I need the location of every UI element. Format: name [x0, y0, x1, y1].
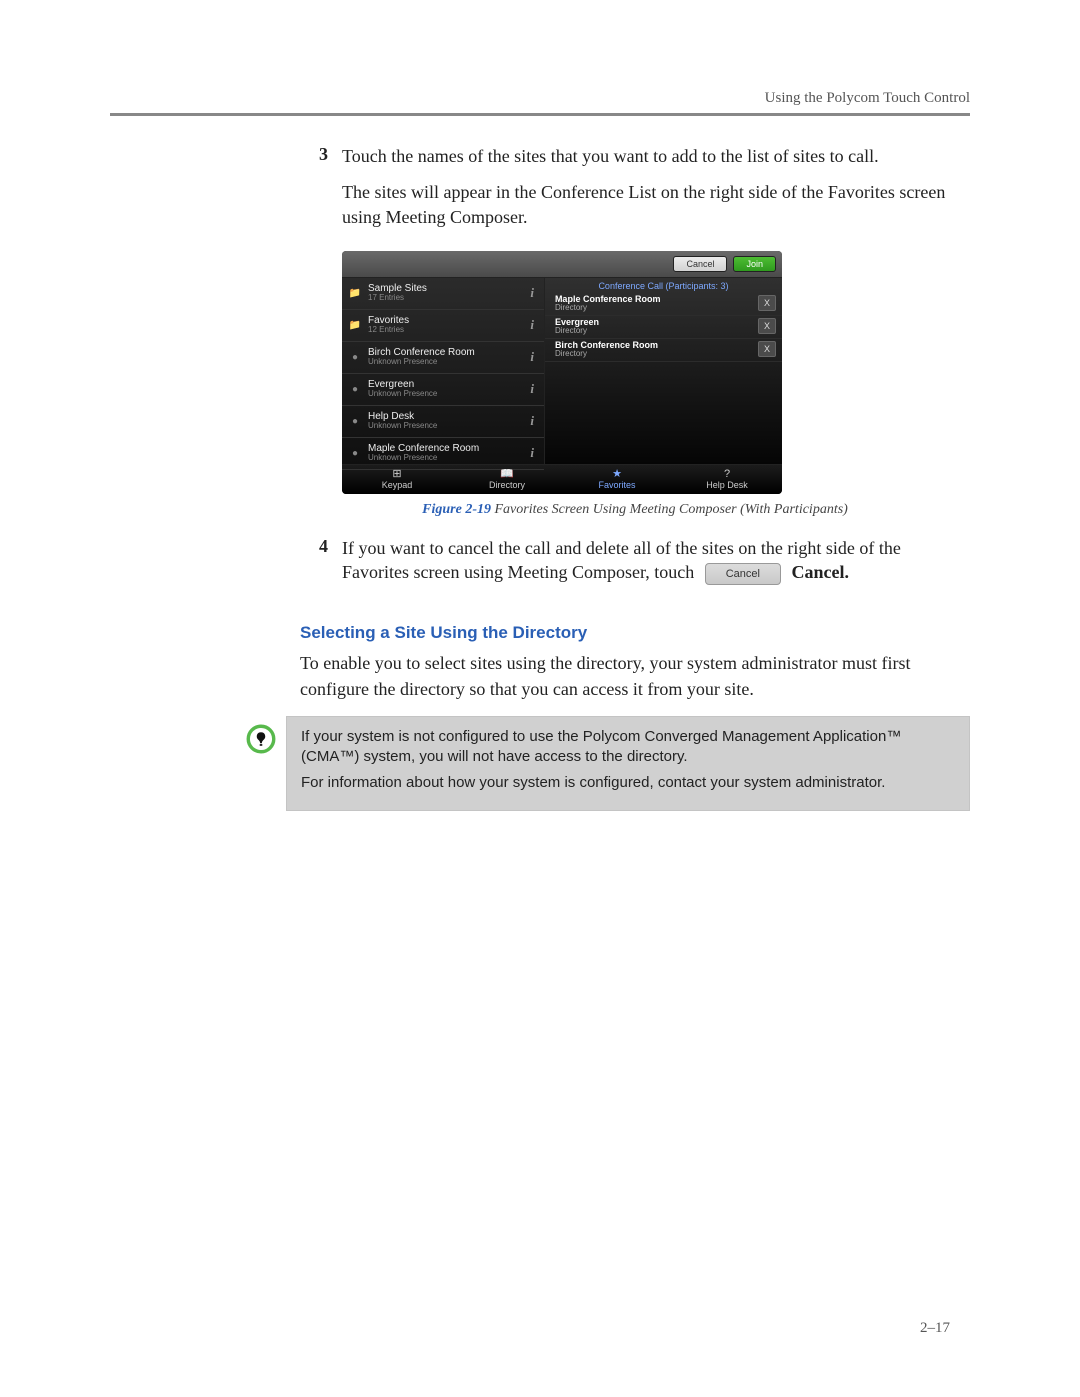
- item-sub: Unknown Presence: [368, 390, 526, 398]
- participant-text: Maple Conference Room Directory: [555, 295, 758, 312]
- figure-number: Figure 2-19: [422, 502, 491, 517]
- favorites-list: 📁 Sample Sites 17 Entries i 📁 Favorites: [342, 278, 545, 464]
- item-sub: Unknown Presence: [368, 454, 526, 462]
- step4-text-b: Cancel.: [791, 562, 849, 582]
- participant-row: Evergreen Directory X: [545, 316, 782, 339]
- top-bar: Cancel Join: [342, 251, 782, 278]
- presence-dot-icon: ●: [348, 416, 362, 427]
- touch-ui-screenshot: Cancel Join 📁 Sample Sites 17 Entries i: [342, 251, 782, 494]
- conference-header: Conference Call (Participants: 3): [545, 278, 782, 293]
- item-sub: Unknown Presence: [368, 422, 526, 430]
- page-number: 2–17: [920, 1320, 950, 1337]
- tab-directory[interactable]: 📖 Directory: [452, 465, 562, 494]
- info-icon[interactable]: i: [526, 381, 538, 397]
- list-item[interactable]: ● Evergreen Unknown Presence i: [342, 374, 544, 406]
- note-p2: For information about how your system is…: [301, 773, 955, 793]
- participant-row: Maple Conference Room Directory X: [545, 293, 782, 316]
- item-sub: 17 Entries: [368, 294, 526, 302]
- bottom-tabs: ⊞ Keypad 📖 Directory ★ Favorites ? Help …: [342, 464, 782, 494]
- presence-dot-icon: ●: [348, 352, 362, 363]
- tab-label: Keypad: [382, 480, 413, 490]
- folder-icon: 📁: [348, 288, 362, 299]
- step-4: 4 If you want to cancel the call and del…: [300, 536, 970, 598]
- presence-dot-icon: ●: [348, 384, 362, 395]
- step3-p2: The sites will appear in the Conference …: [342, 180, 970, 229]
- participant-text: Evergreen Directory: [555, 318, 758, 335]
- note-block: If your system is not configured to use …: [236, 716, 970, 811]
- note-box: If your system is not configured to use …: [286, 716, 970, 811]
- figure-2-19: Cancel Join 📁 Sample Sites 17 Entries i: [342, 251, 970, 494]
- participant-sub: Directory: [555, 350, 758, 358]
- list-item-text: Birch Conference Room Unknown Presence: [368, 348, 526, 366]
- join-button[interactable]: Join: [733, 256, 776, 272]
- tab-helpdesk[interactable]: ? Help Desk: [672, 465, 782, 494]
- tab-keypad[interactable]: ⊞ Keypad: [342, 465, 452, 494]
- list-item[interactable]: 📁 Sample Sites 17 Entries i: [342, 278, 544, 310]
- touch-body: 📁 Sample Sites 17 Entries i 📁 Favorites: [342, 278, 782, 464]
- note-p1: If your system is not configured to use …: [301, 727, 955, 768]
- participant-sub: Directory: [555, 304, 758, 312]
- running-head: Using the Polycom Touch Control: [110, 90, 970, 107]
- tab-favorites[interactable]: ★ Favorites: [562, 465, 672, 494]
- participant-sub: Directory: [555, 327, 758, 335]
- list-item[interactable]: ● Birch Conference Room Unknown Presence…: [342, 342, 544, 374]
- header-rule: [110, 113, 970, 116]
- section-intro: To enable you to select sites using the …: [300, 651, 970, 701]
- step-body: If you want to cancel the call and delet…: [342, 536, 970, 598]
- participant-text: Birch Conference Room Directory: [555, 341, 758, 358]
- step-body: Touch the names of the sites that you wa…: [342, 144, 970, 241]
- step-number: 4: [300, 536, 342, 557]
- remove-button[interactable]: X: [758, 341, 776, 357]
- keypad-icon: ⊞: [342, 469, 452, 480]
- directory-icon: 📖: [452, 469, 562, 480]
- list-item-text: Favorites 12 Entries: [368, 316, 526, 334]
- info-icon[interactable]: i: [526, 285, 538, 301]
- remove-button[interactable]: X: [758, 318, 776, 334]
- list-item-text: Maple Conference Room Unknown Presence: [368, 444, 526, 462]
- content-column: 3 Touch the names of the sites that you …: [300, 144, 970, 811]
- tab-label: Help Desk: [706, 480, 748, 490]
- step4-text: If you want to cancel the call and delet…: [342, 536, 970, 586]
- document-page: Using the Polycom Touch Control 3 Touch …: [0, 0, 1080, 1397]
- cancel-button[interactable]: Cancel: [673, 256, 727, 272]
- star-icon: ★: [562, 469, 672, 480]
- folder-icon: 📁: [348, 320, 362, 331]
- figure-caption: Figure 2-19 Favorites Screen Using Meeti…: [300, 502, 970, 518]
- step-number: 3: [300, 144, 342, 165]
- item-sub: Unknown Presence: [368, 358, 526, 366]
- step-3: 3 Touch the names of the sites that you …: [300, 144, 970, 241]
- list-item-text: Sample Sites 17 Entries: [368, 284, 526, 302]
- step3-p1: Touch the names of the sites that you wa…: [342, 144, 970, 168]
- info-icon[interactable]: i: [526, 317, 538, 333]
- info-icon[interactable]: i: [526, 349, 538, 365]
- note-icon: [236, 716, 286, 761]
- list-item[interactable]: ● Help Desk Unknown Presence i: [342, 406, 544, 438]
- info-icon[interactable]: i: [526, 413, 538, 429]
- tab-label: Favorites: [598, 480, 635, 490]
- list-item-text: Help Desk Unknown Presence: [368, 412, 526, 430]
- question-icon: ?: [672, 469, 782, 480]
- list-item-text: Evergreen Unknown Presence: [368, 380, 526, 398]
- participant-row: Birch Conference Room Directory X: [545, 339, 782, 362]
- list-item[interactable]: 📁 Favorites 12 Entries i: [342, 310, 544, 342]
- presence-dot-icon: ●: [348, 448, 362, 459]
- cancel-inline-button[interactable]: Cancel: [705, 563, 781, 586]
- conference-list: Conference Call (Participants: 3) Maple …: [545, 278, 782, 464]
- info-icon[interactable]: i: [526, 445, 538, 461]
- section-heading: Selecting a Site Using the Directory: [300, 623, 970, 643]
- item-sub: 12 Entries: [368, 326, 526, 334]
- figure-caption-text: Favorites Screen Using Meeting Composer …: [491, 502, 848, 517]
- tab-label: Directory: [489, 480, 525, 490]
- remove-button[interactable]: X: [758, 295, 776, 311]
